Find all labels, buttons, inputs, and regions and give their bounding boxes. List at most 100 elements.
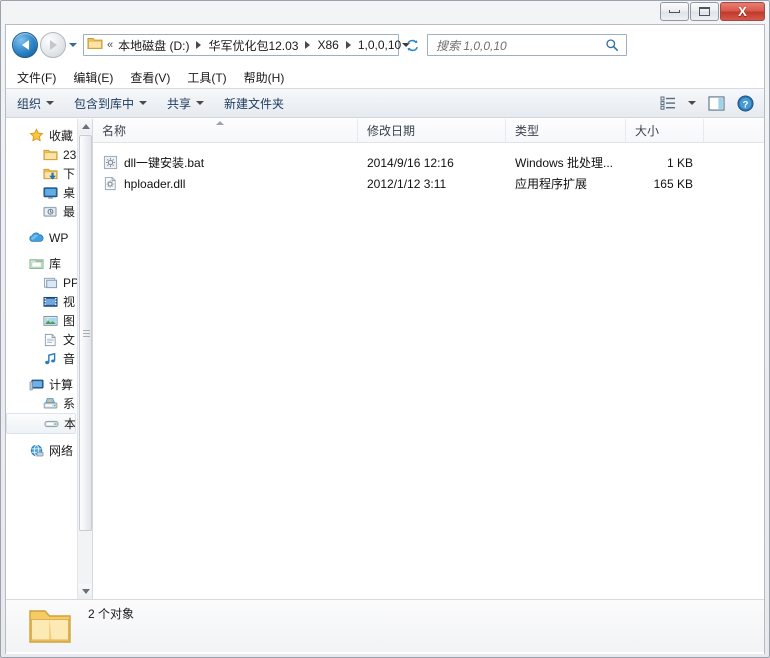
column-header-type-label: 类型 xyxy=(515,124,540,138)
sidebar-label-favorites: 收藏 xyxy=(49,129,74,143)
scrollbar-thumb[interactable] xyxy=(79,135,92,531)
sidebar-label-local-disk: 本 xyxy=(64,417,75,431)
menu-item-help[interactable]: 帮助(H) xyxy=(244,69,285,86)
sidebar-item-recent-places[interactable]: 最 xyxy=(6,202,78,221)
help-icon: ? xyxy=(737,94,754,112)
title-bar[interactable]: X xyxy=(1,1,769,24)
refresh-button[interactable] xyxy=(401,34,423,56)
back-button[interactable] xyxy=(12,32,38,58)
breadcrumb-item-2[interactable]: X86 xyxy=(316,36,339,54)
file-rows: dll一键安装.bat 2014/9/16 12:16 Windows 批处理.… xyxy=(93,143,764,194)
menu-item-file[interactable]: 文件(F) xyxy=(17,69,56,86)
nav-group-favorites: 收藏 23 下 桌 最 xyxy=(6,126,78,221)
breadcrumb-separator-icon[interactable] xyxy=(196,41,202,49)
recent-pages-button[interactable] xyxy=(66,43,80,47)
breadcrumb-separator-icon[interactable] xyxy=(305,41,311,49)
library-icon xyxy=(28,256,44,272)
breadcrumb-item-0[interactable]: 本地磁盘 (D:) xyxy=(117,35,190,56)
file-date-cell: 2014/9/16 12:16 xyxy=(367,155,454,170)
file-list-pane[interactable]: 名称 修改日期 类型 大小 dll一键安装.bat 2014/9/16 12:1… xyxy=(93,119,764,599)
toolbar-right-group: ? xyxy=(648,94,764,112)
sidebar-item-network[interactable]: 网络 xyxy=(6,441,78,460)
sidebar-item-music[interactable]: 音 xyxy=(6,349,78,368)
forward-button[interactable] xyxy=(40,32,66,58)
breadcrumb-separator-icon[interactable] xyxy=(345,41,351,49)
sidebar-item-favorites[interactable]: 收藏 xyxy=(6,126,78,145)
view-options-button[interactable] xyxy=(660,96,676,110)
include-in-library-label: 包含到库中 xyxy=(74,96,135,111)
address-overflow-chevron[interactable]: « xyxy=(105,39,117,51)
menu-item-tools[interactable]: 工具(T) xyxy=(187,69,226,86)
chevron-down-icon xyxy=(139,101,148,105)
sidebar-label-system-drive: 系 xyxy=(63,397,76,411)
navigation-pane[interactable]: 收藏 23 下 桌 最 WP 库 PP 视 图 文 音 计算 系 本 网络 xyxy=(6,119,93,599)
new-folder-button[interactable]: 新建文件夹 xyxy=(224,95,284,112)
file-name-cell[interactable]: hploader.dll xyxy=(93,176,358,192)
folder-icon xyxy=(87,36,103,54)
svg-text:?: ? xyxy=(743,99,749,110)
back-arrow-icon xyxy=(21,40,29,50)
scroll-up-button[interactable] xyxy=(78,119,92,134)
table-row[interactable]: dll一键安装.bat 2014/9/16 12:16 Windows 批处理.… xyxy=(93,152,764,173)
sidebar-item-pictures[interactable]: 图 xyxy=(6,311,78,330)
maximize-button[interactable] xyxy=(690,2,719,21)
sidebar-item-documents[interactable]: 文 xyxy=(6,330,78,349)
share-button[interactable]: 共享 xyxy=(167,95,205,112)
sidebar-item-videos[interactable]: 视 xyxy=(6,292,78,311)
sidebar-label-pictures: 图 xyxy=(63,314,76,328)
sidebar-label-downloads: 下 xyxy=(63,167,76,181)
menu-item-edit[interactable]: 编辑(E) xyxy=(73,69,113,86)
sidebar-item-desktop[interactable]: 桌 xyxy=(6,183,78,202)
sidebar-item-23[interactable]: 23 xyxy=(6,145,78,164)
sort-ascending-icon xyxy=(216,121,224,125)
scroll-up-icon xyxy=(81,124,90,129)
sidebar-item-computer[interactable]: 计算 xyxy=(6,375,78,394)
sidebar-item-local-disk[interactable]: 本 xyxy=(6,413,76,434)
pictures-library-icon xyxy=(42,313,58,329)
table-row[interactable]: hploader.dll 2012/1/12 3:11 应用程序扩展 165 K… xyxy=(93,173,764,194)
refresh-icon xyxy=(406,39,418,51)
sidebar-label-videos: 视 xyxy=(63,295,76,309)
column-header-name-label: 名称 xyxy=(102,124,127,138)
sidebar-item-wps[interactable]: WP xyxy=(6,228,78,247)
sidebar-item-downloads[interactable]: 下 xyxy=(6,164,78,183)
file-date-cell: 2012/1/12 3:11 xyxy=(367,176,447,191)
scroll-down-button[interactable] xyxy=(78,584,92,599)
bat-file-icon xyxy=(102,155,118,171)
organize-button[interactable]: 组织 xyxy=(17,95,55,112)
include-in-library-button[interactable]: 包含到库中 xyxy=(74,95,148,112)
menu-item-view[interactable]: 查看(V) xyxy=(130,69,170,86)
close-button[interactable]: X xyxy=(720,2,765,21)
organize-label: 组织 xyxy=(17,96,42,111)
column-header-name[interactable]: 名称 xyxy=(93,119,358,142)
breadcrumb-item-3[interactable]: 1,0,0,10 xyxy=(357,36,402,54)
sidebar-item-libraries[interactable]: 库 xyxy=(6,254,78,273)
breadcrumb-item-1[interactable]: 华军优化包12.03 xyxy=(207,35,299,56)
file-name-cell[interactable]: dll一键安装.bat xyxy=(93,154,358,171)
chevron-down-icon xyxy=(196,101,205,105)
view-options-dropdown[interactable] xyxy=(688,101,696,105)
sidebar-item-pp[interactable]: PP xyxy=(6,273,78,292)
file-type-cell: Windows 批处理... xyxy=(515,156,614,170)
sidebar-label-pp: PP xyxy=(63,275,78,290)
file-size-cell: 1 KB xyxy=(666,155,693,170)
preview-pane-button[interactable] xyxy=(708,95,725,111)
search-input[interactable]: 搜索 1,0,0,10 xyxy=(428,37,605,54)
address-bar[interactable]: « 本地磁盘 (D:) 华军优化包12.03 X86 1,0,0,10 xyxy=(83,34,411,56)
column-header-size[interactable]: 大小 xyxy=(626,119,704,142)
computer-icon xyxy=(28,377,44,393)
local-disk-icon xyxy=(43,416,59,432)
music-library-icon xyxy=(42,351,58,367)
explorer-window: X « 本地磁盘 (D:) 华军优化包12.03 X86 1,0,0,10 搜索… xyxy=(0,0,770,658)
navigation-pane-scrollbar[interactable] xyxy=(77,119,92,599)
column-header-type[interactable]: 类型 xyxy=(506,119,626,142)
sidebar-label-desktop: 桌 xyxy=(63,186,76,200)
column-header-date[interactable]: 修改日期 xyxy=(358,119,506,142)
search-box[interactable]: 搜索 1,0,0,10 xyxy=(427,34,627,56)
sidebar-item-system-drive[interactable]: 系 xyxy=(6,394,78,413)
network-icon xyxy=(28,443,44,459)
folder-icon xyxy=(42,147,58,163)
help-button[interactable]: ? xyxy=(737,94,754,112)
nav-group-libraries: 库 PP 视 图 文 音 xyxy=(6,254,78,368)
minimize-button[interactable] xyxy=(660,2,689,21)
